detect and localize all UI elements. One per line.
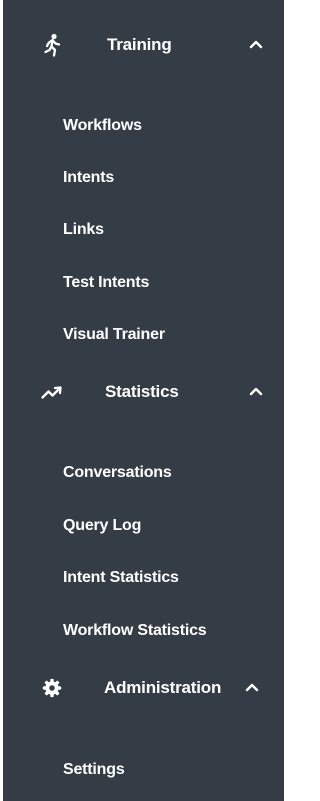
- sidebar-item-label: Intent Statistics: [63, 569, 179, 586]
- sidebar-item-label: Settings: [63, 761, 125, 778]
- running-person-icon: [41, 33, 63, 57]
- sidebar-item-settings[interactable]: Settings: [3, 751, 284, 791]
- sidebar-item-test-intents[interactable]: Test Intents: [3, 264, 284, 304]
- sidebar-item-label: Workflow Statistics: [63, 622, 207, 639]
- section-header-training[interactable]: Training: [3, 21, 284, 73]
- sidebar-nav: Training Workflows Intents Links Test In…: [3, 0, 284, 801]
- sidebar-item-intent-statistics[interactable]: Intent Statistics: [3, 559, 284, 599]
- sidebar-item-workflows[interactable]: Workflows: [3, 107, 284, 147]
- gear-icon: [41, 676, 63, 700]
- section-label-administration: Administration: [104, 678, 222, 697]
- chevron-up-icon[interactable]: [247, 382, 265, 400]
- trending-up-icon: [41, 380, 63, 404]
- section-label-training: Training: [107, 35, 172, 54]
- sidebar-item-label: Intents: [63, 169, 115, 186]
- sidebar-item-visual-trainer[interactable]: Visual Trainer: [3, 316, 284, 356]
- section-header-statistics[interactable]: Statistics: [3, 368, 284, 420]
- sidebar-item-intents[interactable]: Intents: [3, 159, 284, 199]
- section-label-statistics: Statistics: [105, 382, 179, 401]
- sidebar-item-label: Query Log: [63, 517, 142, 534]
- sidebar-item-workflow-statistics[interactable]: Workflow Statistics: [3, 612, 284, 652]
- sidebar-item-query-log[interactable]: Query Log: [3, 507, 284, 547]
- section-header-administration[interactable]: Administration: [3, 664, 284, 716]
- sidebar-item-label: Workflows: [63, 117, 142, 134]
- sidebar-item-label: Test Intents: [63, 274, 150, 291]
- sidebar-item-links[interactable]: Links: [3, 211, 284, 251]
- chevron-up-icon[interactable]: [247, 35, 265, 53]
- sidebar-item-label: Links: [63, 221, 104, 238]
- chevron-up-icon[interactable]: [243, 678, 261, 696]
- sidebar-item-label: Conversations: [63, 464, 172, 481]
- sidebar-item-label: Visual Trainer: [63, 326, 165, 343]
- sidebar-item-conversations[interactable]: Conversations: [3, 454, 284, 494]
